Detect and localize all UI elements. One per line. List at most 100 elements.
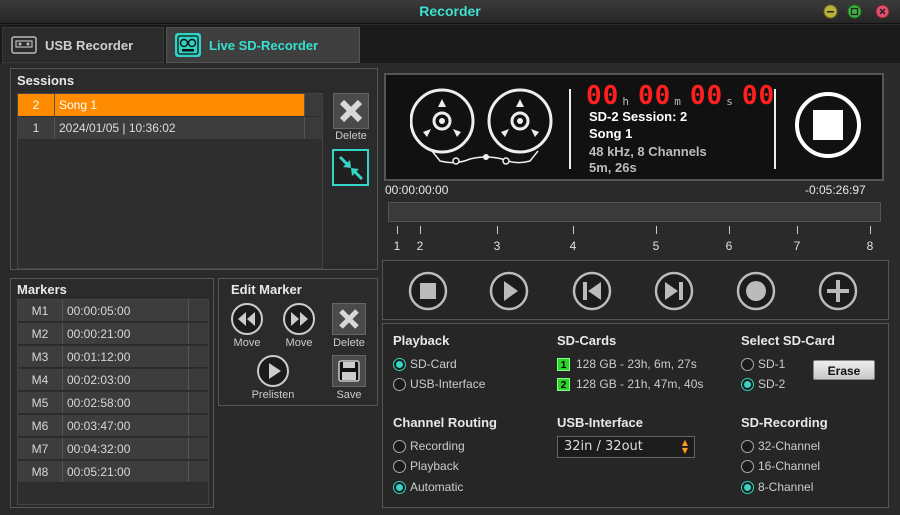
markers-panel: Markers M1 00:00:05:00 M2 00:00:21:00 M3 00… xyxy=(10,278,214,508)
list-scrollbar[interactable] xyxy=(188,300,208,321)
radio-label: SD-1 xyxy=(758,357,786,371)
tab-usb-recorder[interactable]: USB Recorder xyxy=(2,27,164,63)
erase-button[interactable]: Erase xyxy=(813,360,875,380)
marker-tick-label: 3 xyxy=(493,239,501,253)
marker-time: 00:02:58:00 xyxy=(62,392,188,413)
skip-forward-icon xyxy=(654,271,694,311)
marker-time: 00:00:05:00 xyxy=(62,300,188,321)
move-forward-label: Move xyxy=(285,337,313,349)
marker-tick-label: 6 xyxy=(725,239,733,253)
marker-row[interactable]: M7 00:04:32:00 xyxy=(18,438,208,460)
edit-marker-panel: Edit Marker Move Move Delete Prelisten S… xyxy=(218,278,378,406)
stop-icon xyxy=(795,92,861,158)
marker-id: M4 xyxy=(18,369,62,390)
unit-s: s xyxy=(726,95,734,108)
close-button[interactable] xyxy=(875,4,890,19)
collapse-button[interactable] xyxy=(332,149,369,186)
select-sd-card-title: Select SD-Card xyxy=(741,333,835,348)
prelisten-button[interactable] xyxy=(257,355,289,387)
add-marker-button[interactable] xyxy=(818,271,858,311)
select-sd-2-radio[interactable]: SD-2 xyxy=(741,377,785,391)
big-stop-button[interactable] xyxy=(794,91,862,159)
list-scrollbar[interactable] xyxy=(188,392,208,413)
position-slider[interactable] xyxy=(388,202,881,222)
radio-indicator xyxy=(741,377,754,391)
edit-marker-title: Edit Marker xyxy=(231,282,302,297)
display-divider xyxy=(774,89,776,169)
move-marker-forward-button[interactable] xyxy=(283,303,315,335)
marker-row[interactable]: M8 00:05:21:00 xyxy=(18,461,208,483)
sd-card-1-info: 1 128 GB - 23h, 6m, 27s xyxy=(557,357,697,371)
select-arrows-icon: ▲ ▼ xyxy=(681,438,688,455)
maximize-button[interactable] xyxy=(847,4,862,19)
counter-minutes: 00 xyxy=(637,81,672,111)
marker-row[interactable]: M2 00:00:21:00 xyxy=(18,323,208,345)
playback-usb-interface-radio[interactable]: USB-Interface xyxy=(393,377,485,391)
minimize-button[interactable] xyxy=(823,4,838,19)
list-scrollbar[interactable] xyxy=(188,323,208,344)
recorder-display: 00 h 00 m 00 s 00 SD-2 Session: 2 Song 1 48… xyxy=(384,73,884,181)
usb-interface-select[interactable]: 32in / 32out ▲ ▼ xyxy=(557,436,695,458)
sd-recording-32-radio[interactable]: 32-Channel xyxy=(741,439,820,453)
marker-row[interactable]: M3 00:01:12:00 xyxy=(18,346,208,368)
record-button[interactable] xyxy=(736,271,776,311)
radio-indicator xyxy=(741,480,754,494)
list-scrollbar[interactable] xyxy=(188,438,208,459)
marker-tick xyxy=(573,226,574,234)
card-capacity: 128 GB - 23h, 6m, 27s xyxy=(576,357,697,371)
sd-card-2-info: 2 128 GB - 21h, 47m, 40s xyxy=(557,377,703,391)
radio-indicator xyxy=(393,357,406,371)
select-sd-1-radio[interactable]: SD-1 xyxy=(741,357,785,371)
sd-recording-8-radio[interactable]: 8-Channel xyxy=(741,480,813,494)
radio-label: 32-Channel xyxy=(758,439,821,453)
routing-recording-radio[interactable]: Recording xyxy=(393,439,465,453)
list-scrollbar[interactable] xyxy=(188,369,208,390)
marker-id: M5 xyxy=(18,392,62,413)
sd-recording-title: SD-Recording xyxy=(741,415,828,430)
marker-row[interactable]: M4 00:02:03:00 xyxy=(18,369,208,391)
radio-label: USB-Interface xyxy=(410,377,486,391)
delete-marker-button[interactable] xyxy=(332,303,366,335)
radio-label: SD-2 xyxy=(758,377,786,391)
next-button[interactable] xyxy=(654,271,694,311)
tab-label: USB Recorder xyxy=(45,37,134,53)
marker-tick-label: 8 xyxy=(866,239,874,253)
stop-button[interactable] xyxy=(408,271,448,311)
delete-session-button[interactable] xyxy=(333,93,369,129)
playback-sd-card-radio[interactable]: SD-Card xyxy=(393,357,457,371)
title-bar: Recorder xyxy=(0,0,900,24)
recording-duration: 5m, 26s xyxy=(589,160,637,175)
sessions-panel: Sessions 2 Song 1 1 2024/01/05 | 10:36:0… xyxy=(10,68,378,270)
marker-row[interactable]: M1 00:00:05:00 xyxy=(18,300,208,322)
marker-row[interactable]: M6 00:03:47:00 xyxy=(18,415,208,437)
radio-indicator xyxy=(741,439,754,453)
routing-playback-radio[interactable]: Playback xyxy=(393,459,459,473)
routing-automatic-radio[interactable]: Automatic xyxy=(393,480,463,494)
tab-live-sd-recorder[interactable]: Live SD-Recorder xyxy=(166,27,360,63)
marker-row[interactable]: M5 00:02:58:00 xyxy=(18,392,208,414)
radio-indicator xyxy=(393,480,406,494)
radio-label: Recording xyxy=(410,439,465,453)
list-scrollbar[interactable] xyxy=(188,461,208,482)
marker-id: M6 xyxy=(18,415,62,436)
session-row[interactable]: 2 Song 1 xyxy=(18,94,322,116)
radio-indicator xyxy=(393,377,406,391)
marker-id: M2 xyxy=(18,323,62,344)
list-scrollbar[interactable] xyxy=(304,117,322,139)
list-scrollbar[interactable] xyxy=(188,415,208,436)
marker-tick xyxy=(729,226,730,234)
save-marker-button[interactable] xyxy=(332,355,366,387)
card-capacity: 128 GB - 21h, 47m, 40s xyxy=(576,377,704,391)
record-icon xyxy=(736,271,776,311)
session-number: 1 xyxy=(32,121,40,135)
transport-bar xyxy=(382,260,889,320)
session-row[interactable]: 1 2024/01/05 | 10:36:02 xyxy=(18,117,322,139)
move-marker-back-button[interactable] xyxy=(231,303,263,335)
list-scrollbar[interactable] xyxy=(304,94,322,116)
sd-recording-16-radio[interactable]: 16-Channel xyxy=(741,459,820,473)
play-button[interactable] xyxy=(489,271,529,311)
unit-m: m xyxy=(674,95,682,108)
list-scrollbar[interactable] xyxy=(188,346,208,367)
previous-button[interactable] xyxy=(572,271,612,311)
marker-tick-label: 4 xyxy=(569,239,577,253)
